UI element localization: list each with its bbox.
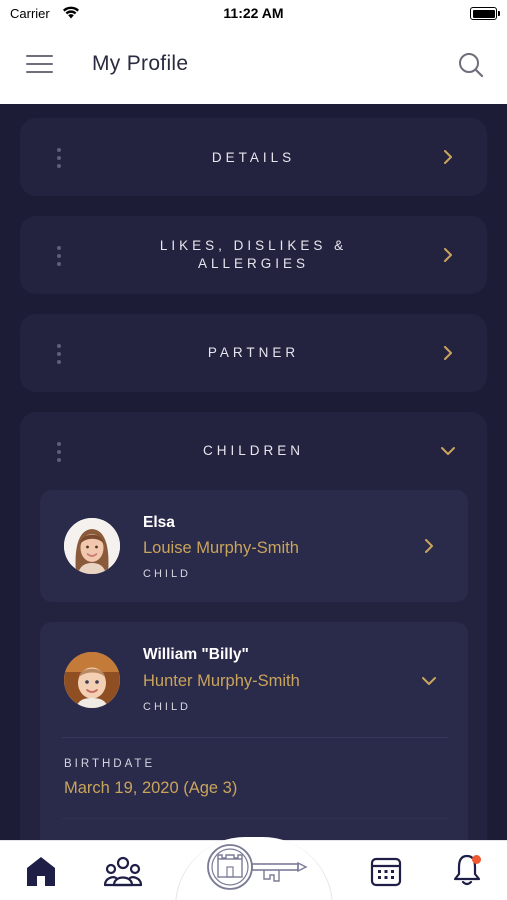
search-icon[interactable]: [457, 51, 485, 79]
section-likes-dislikes-allergies[interactable]: LIKES, DISLIKES & ALLERGIES: [20, 216, 487, 294]
chevron-right-icon[interactable]: [441, 248, 455, 262]
chevron-down-icon[interactable]: [441, 444, 455, 458]
section-title: LIKES, DISLIKES & ALLERGIES: [90, 237, 417, 273]
child-last-name: Hunter Murphy-Smith: [143, 672, 300, 690]
tab-bar: [0, 837, 507, 900]
drag-handle-icon[interactable]: [56, 246, 62, 266]
section-title: DETAILS: [211, 150, 296, 165]
section-partner[interactable]: PARTNER: [20, 314, 487, 392]
section-title-line1: LIKES, DISLIKES &: [159, 238, 348, 253]
chevron-down-icon[interactable]: [422, 674, 436, 688]
divider: [62, 818, 448, 819]
child-role: CHILD: [143, 701, 192, 713]
calendar-icon[interactable]: [370, 855, 402, 887]
divider: [62, 737, 448, 738]
app-header: My Profile: [0, 30, 507, 104]
page-title: My Profile: [92, 52, 189, 75]
status-time: 11:22 AM: [223, 5, 284, 21]
baby-avatar-icon: [64, 652, 120, 708]
drag-handle-icon[interactable]: [56, 148, 62, 168]
birthdate-label: BIRTHDATE: [64, 758, 156, 770]
castle-key-logo: [207, 844, 308, 890]
chevron-right-icon[interactable]: [422, 539, 436, 553]
notification-badge: [472, 855, 481, 864]
section-title-line2: ALLERGIES: [197, 256, 310, 271]
child-last-name: Louise Murphy-Smith: [143, 539, 299, 557]
child-role: CHILD: [143, 568, 192, 580]
menu-icon[interactable]: [26, 53, 53, 75]
avatar: [64, 652, 120, 708]
child-first-name: William "Billy": [143, 646, 249, 663]
section-title: PARTNER: [207, 345, 300, 360]
people-icon[interactable]: [104, 855, 142, 887]
birthdate-value: March 19, 2020 (Age 3): [64, 779, 238, 797]
profile-content[interactable]: DETAILS LIKES, DISLIKES & ALLERGIES PART…: [0, 104, 507, 840]
section-details[interactable]: DETAILS: [20, 118, 487, 196]
drag-handle-icon[interactable]: [56, 344, 62, 364]
avatar: [64, 518, 120, 574]
girl-avatar-icon: [64, 518, 120, 574]
center-logo-tab[interactable]: [175, 837, 333, 900]
drag-handle-icon[interactable]: [56, 442, 62, 462]
child-first-name: Elsa: [143, 514, 175, 531]
home-icon[interactable]: [24, 855, 58, 887]
child-card-elsa[interactable]: Elsa Louise Murphy-Smith CHILD: [40, 490, 468, 602]
child-card-william[interactable]: William "Billy" Hunter Murphy-Smith CHIL…: [40, 622, 468, 840]
chevron-right-icon[interactable]: [441, 346, 455, 360]
chevron-right-icon[interactable]: [441, 150, 455, 164]
status-bar: Carrier 11:22 AM: [0, 0, 507, 30]
battery-icon: [470, 7, 500, 20]
section-title: CHILDREN: [202, 443, 304, 458]
